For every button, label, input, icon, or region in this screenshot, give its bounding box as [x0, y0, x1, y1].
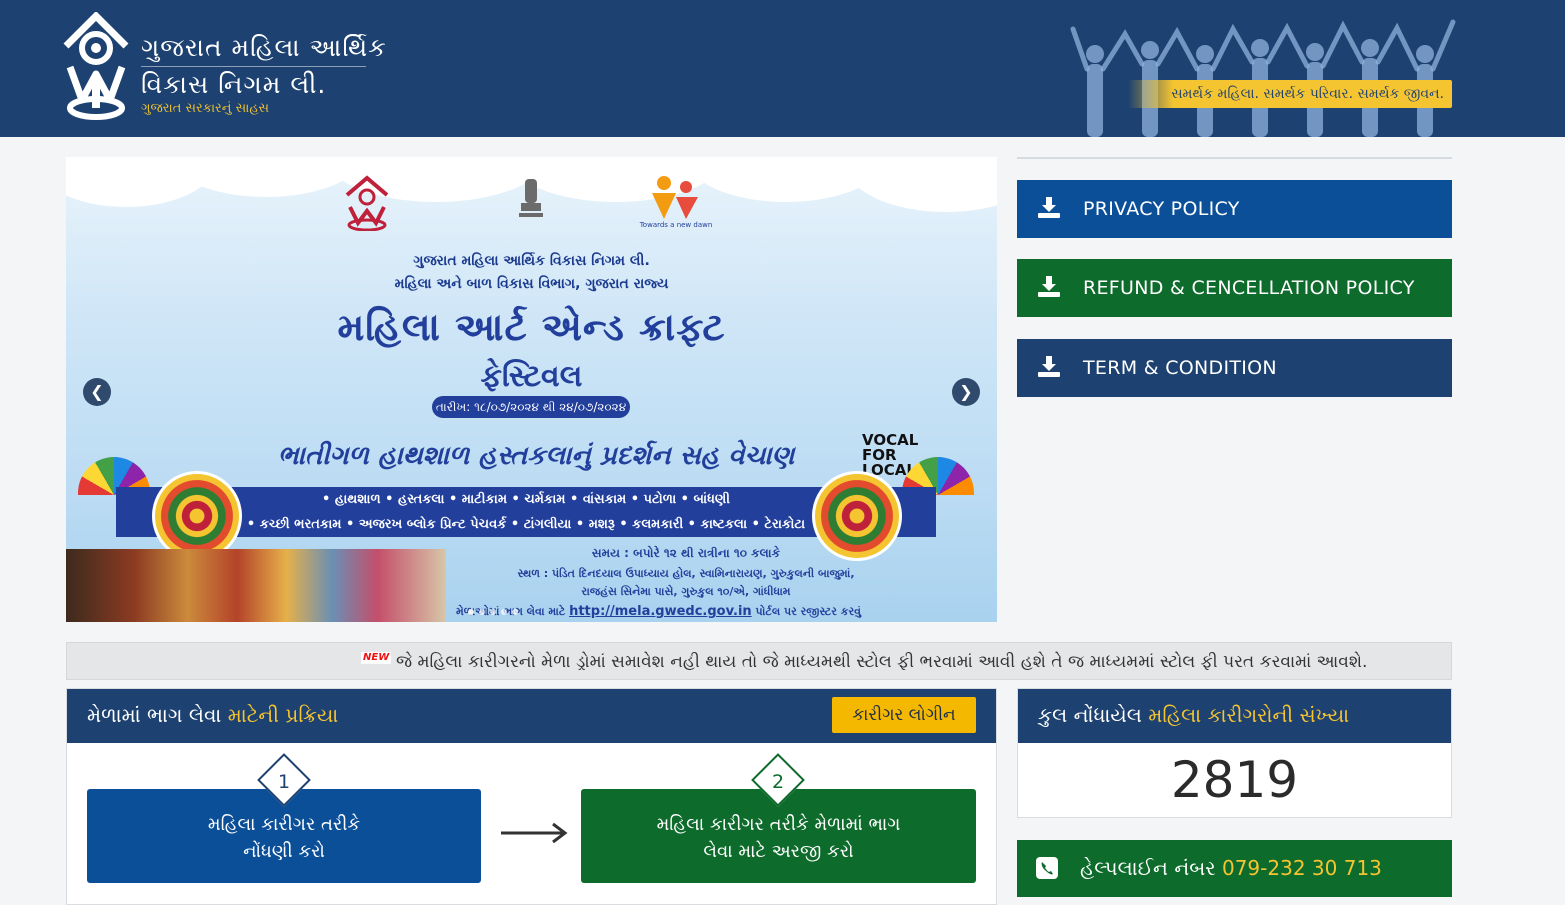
- banner-time: સમય : બપોરે ૧૨ થી રાત્રીના ૧૦ કલાકે: [591, 546, 781, 560]
- banner-subtitle: ફેસ્ટિવલ: [480, 359, 583, 394]
- download-icon: [1038, 276, 1060, 297]
- portal-suffix: પોર્ટલ પર રજીસ્ટર કરવું: [755, 605, 862, 618]
- carousel-dot[interactable]: [468, 609, 474, 615]
- count-title-plain: કુલ નોંધાયેલ: [1038, 703, 1149, 727]
- privacy-policy-label: PRIVACY POLICY: [1083, 198, 1240, 220]
- mandala-icon: [152, 471, 242, 561]
- banner-venue-line1: સ્થળ : પંડિત દિનદયાલ ઉપાધ્યાય હોલ, સ્વામ…: [517, 567, 855, 580]
- carousel-dot[interactable]: [512, 609, 518, 615]
- panel-header: મેળામાં ભાગ લેવા માટેની પ્રક્રિયા કારીગર…: [67, 689, 996, 743]
- new-dawn-logo-caption: Towards a new dawn: [639, 221, 713, 229]
- brand-divider: [141, 66, 366, 67]
- arrow-right-icon: [501, 822, 568, 844]
- carousel-dot[interactable]: [479, 609, 485, 615]
- count-title: કુલ નોંધાયેલ મહિલા કારીગરોની સંખ્યા: [1038, 703, 1349, 727]
- helpline-bar[interactable]: હેલ્પલાઈન નંબર 079-232 30 713: [1017, 840, 1452, 897]
- registered-artisans-panel: કુલ નોંધાયેલ મહિલા કારીગરોની સંખ્યા 2819: [1017, 688, 1452, 818]
- new-dawn-logo-icon: [652, 176, 698, 219]
- brand-subtitle: ગુજરાત સરકારનું સાહસ: [141, 101, 270, 116]
- refund-policy-button[interactable]: REFUND & CENCELLATION POLICY: [1017, 259, 1452, 317]
- banner-exhibition-text: ભાતીગળ હાથશાળ હસ્તકલાનું પ્રદર્શન સહ વેચ…: [277, 441, 795, 471]
- step2-line2: લેવા માટે અરજી કરો: [703, 841, 854, 862]
- event-carousel[interactable]: Towards a new dawn ગુજરાત મહિલા આર્થિક વ…: [66, 157, 997, 622]
- notice-marquee: NEW જે મહિલા કારીગરનો મેળા ડ્રોમાં સમાવે…: [66, 642, 1452, 680]
- carousel-dot[interactable]: [490, 609, 496, 615]
- count-header: કુલ નોંધાયેલ મહિલા કારીગરોની સંખ્યા: [1018, 689, 1451, 743]
- brand-name-line2: વિકાસ નિગમ લી.: [141, 70, 327, 99]
- step2-line1: મહિલા કારીગર તરીકે મેળામાં ભાગ: [656, 814, 901, 835]
- artisan-count-value: 2819: [1170, 751, 1299, 809]
- participation-process-panel: મેળામાં ભાગ લેવા માટેની પ્રક્રિયા કારીગર…: [66, 688, 997, 905]
- carousel-indicators: [468, 600, 523, 619]
- carousel-next-button[interactable]: ❯: [952, 378, 980, 406]
- step2-number: 2: [771, 771, 785, 793]
- helpline-text: હેલ્પલાઈન નંબર 079-232 30 713: [1080, 840, 1382, 897]
- panel-title-plain: મેળામાં ભાગ લેવા: [87, 703, 228, 727]
- terms-condition-label: TERM & CONDITION: [1083, 357, 1277, 379]
- gwedc-logo-icon[interactable]: [62, 12, 130, 122]
- download-icon: [1038, 356, 1060, 377]
- terms-condition-button[interactable]: TERM & CONDITION: [1017, 339, 1452, 397]
- count-title-highlight: મહિલા કારીગરોની સંખ્યા: [1148, 703, 1350, 727]
- step1-line1: મહિલા કારીગર તરીકે: [207, 814, 361, 835]
- download-icon: [1038, 197, 1060, 218]
- notice-text: જે મહિલા કારીગરનો મેળા ડ્રોમાં સમાવેશ નહ…: [396, 652, 1368, 672]
- brand-name-line1: ગુજરાત મહિલા આર્થિક: [141, 33, 387, 62]
- tagline-strip: સમર્થક મહિલા. સમર્થક પરિવાર. સમર્થક જીવન…: [1128, 80, 1452, 108]
- gwedc-logo-icon: [345, 175, 389, 231]
- privacy-policy-button[interactable]: PRIVACY POLICY: [1017, 180, 1452, 238]
- cloud-shape: [846, 157, 997, 212]
- banner-venue-line2: રાજહંસ સિનેમા પાસે, ગુરુકુલ ૧૦/એ, ગાંધીધ…: [581, 585, 791, 598]
- women-silhouettes-image: [1070, 19, 1456, 137]
- step1-number: 1: [277, 771, 291, 793]
- new-badge: NEW: [361, 652, 392, 664]
- panel-title: મેળામાં ભાગ લેવા માટેની પ્રક્રિયા: [87, 703, 338, 727]
- helpline-number[interactable]: 079-232 30 713: [1222, 856, 1382, 880]
- state-emblem-icon: [519, 179, 543, 217]
- panel-title-highlight: માટેની પ્રક્રિયા: [227, 703, 339, 727]
- banner-org-line1: ગુજરાત મહિલા આર્થિક વિકાસ નિગમ લી.: [413, 253, 650, 269]
- refund-policy-label: REFUND & CENCELLATION POLICY: [1083, 277, 1415, 299]
- portal-url-link[interactable]: http://mela.gwedc.gov.in: [569, 604, 752, 619]
- banner-portal-text: મેળાઓમાં ભાગ લેવા માટે http://mela.gwedc…: [456, 604, 976, 619]
- handicraft-photo-image: [66, 549, 446, 622]
- helpline-label: હેલ્પલાઈન નંબર: [1080, 856, 1222, 880]
- carousel-dot[interactable]: [501, 609, 507, 615]
- banner-date: તારીખ: ૧૮/૦૭/૨૦૨૪ થી ૨૪/૦૭/૨૦૨૪: [432, 396, 630, 418]
- banner-title: મહિલા આર્ટ એન્ડ ક્રાફ્ટ: [337, 305, 726, 349]
- banner-org-line2: મહિલા અને બાળ વિકાસ વિભાગ, ગુજરાત રાજ્ય: [394, 276, 669, 292]
- step1-line2: નોંધણી કરો: [243, 841, 325, 862]
- artisan-login-button[interactable]: કારીગર લોગીન: [832, 697, 976, 733]
- sidebar-divider: [1017, 157, 1452, 159]
- site-header: ગુજરાત મહિલા આર્થિક વિકાસ નિગમ લી. ગુજરા…: [0, 0, 1565, 137]
- carousel-prev-button[interactable]: ❮: [83, 378, 111, 406]
- phone-icon: [1036, 857, 1058, 879]
